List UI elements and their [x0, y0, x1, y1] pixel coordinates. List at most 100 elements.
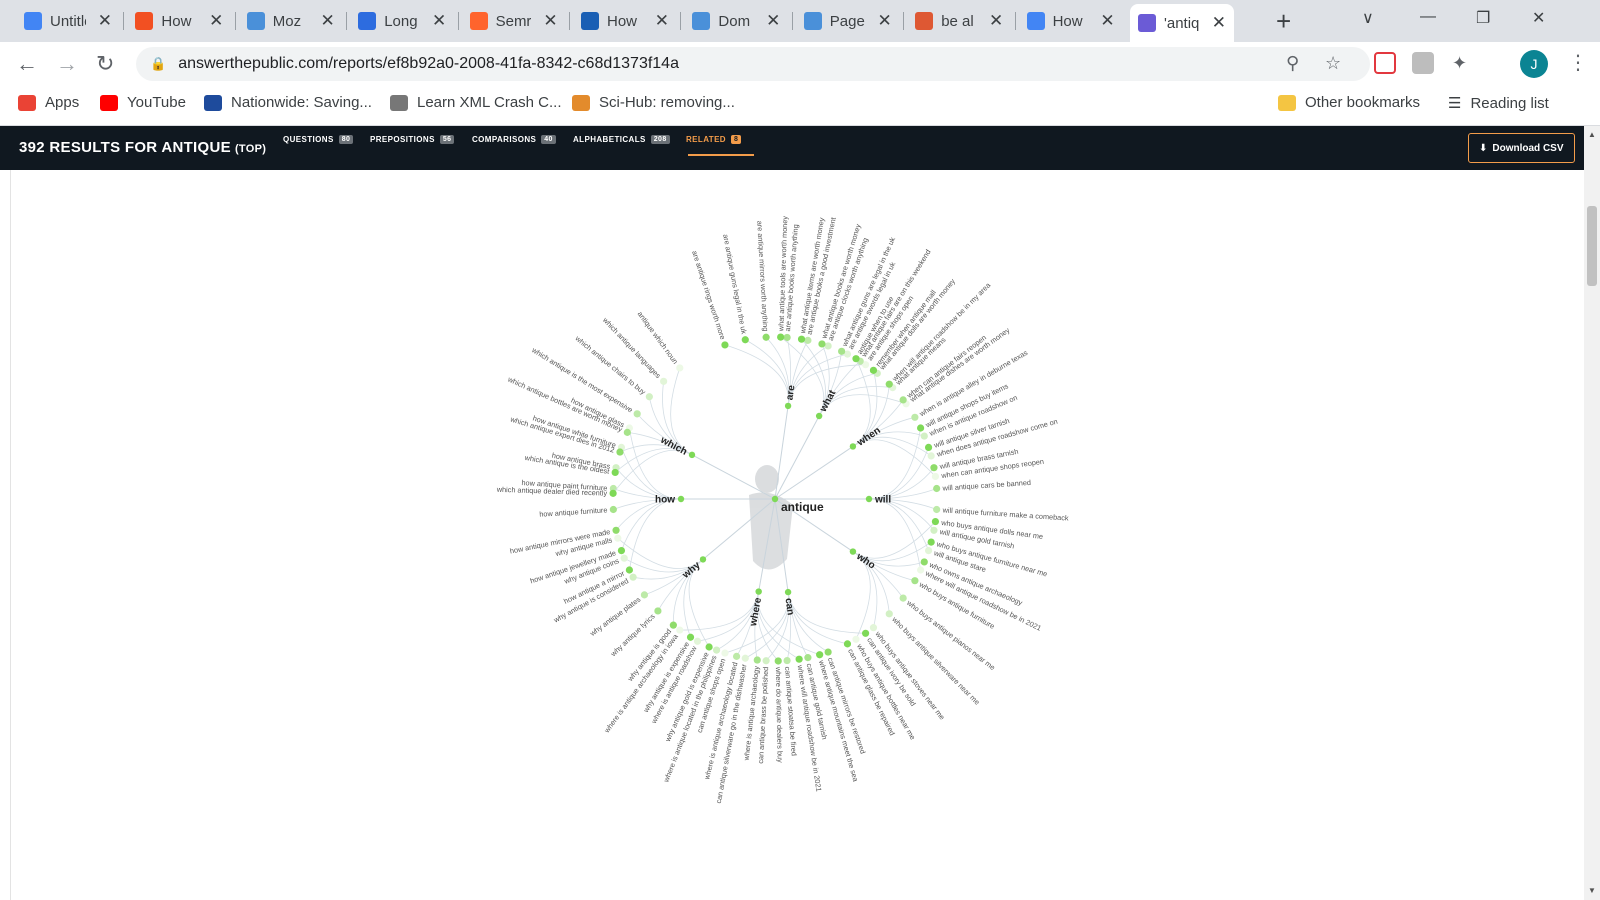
- leaf-node[interactable]: [804, 654, 812, 662]
- forward-arrow-icon[interactable]: →: [56, 51, 78, 77]
- close-tab-icon[interactable]: ✕: [878, 11, 892, 31]
- close-tab-icon[interactable]: ✕: [1100, 11, 1114, 31]
- bookmark-item[interactable]: Nationwide: Saving...: [204, 94, 372, 111]
- zoom-icon[interactable]: ⚲: [1286, 53, 1299, 74]
- leaf-node[interactable]: [838, 347, 846, 355]
- leaf-node[interactable]: [927, 538, 935, 546]
- leaf-question[interactable]: how antique furniture: [539, 505, 608, 518]
- branch-node[interactable]: [755, 588, 762, 595]
- tab-questions[interactable]: QUESTIONS 80: [283, 135, 354, 144]
- reader-extension-icon[interactable]: [1412, 52, 1434, 74]
- leaf-node[interactable]: [917, 566, 925, 574]
- center-node[interactable]: [771, 495, 779, 503]
- leaf-node[interactable]: [920, 432, 928, 440]
- tab-alphabeticals[interactable]: ALPHABETICALS 208: [573, 135, 670, 144]
- leaf-node[interactable]: [620, 554, 628, 562]
- close-tab-icon[interactable]: ✕: [321, 11, 335, 31]
- tab-related[interactable]: RELATED 8: [686, 135, 742, 144]
- pocket-extension-icon[interactable]: [1374, 52, 1396, 74]
- leaf-node[interactable]: [617, 546, 626, 555]
- leaf-question[interactable]: can antique stoatsa be fired: [783, 666, 799, 756]
- leaf-node[interactable]: [933, 484, 941, 493]
- restore-icon[interactable]: ❐: [1476, 8, 1490, 28]
- browser-tab[interactable]: Dom ✕: [684, 6, 788, 36]
- leaf-node[interactable]: [616, 448, 624, 456]
- browser-tab[interactable]: Long ✕: [350, 6, 454, 36]
- browser-tab[interactable]: Semrush ✕: [462, 6, 566, 36]
- close-tab-icon[interactable]: ✕: [543, 11, 557, 31]
- close-window-icon[interactable]: ✕: [1532, 8, 1545, 28]
- leaf-node[interactable]: [640, 591, 649, 599]
- leaf-node[interactable]: [676, 626, 684, 634]
- leaf-node[interactable]: [732, 652, 741, 660]
- branch-node[interactable]: [688, 451, 696, 459]
- new-tab-icon[interactable]: +: [1276, 6, 1291, 37]
- leaf-node[interactable]: [885, 380, 893, 388]
- reading-list[interactable]: ☰ Reading list: [1448, 94, 1549, 113]
- bookmark-item[interactable]: Apps: [18, 94, 79, 111]
- leaf-question[interactable]: where do antique dealers buy: [774, 666, 785, 763]
- leaf-node[interactable]: [869, 624, 878, 632]
- branch-node[interactable]: [849, 443, 857, 450]
- scroll-down-icon[interactable]: ▼: [1588, 886, 1596, 895]
- page-scrollbar[interactable]: ▲ ▼: [1584, 126, 1600, 900]
- leaf-node[interactable]: [931, 517, 940, 526]
- leaf-node[interactable]: [774, 657, 782, 665]
- branch-node[interactable]: [784, 402, 792, 410]
- leaf-node[interactable]: [843, 640, 852, 648]
- close-tab-icon[interactable]: ✕: [766, 11, 780, 31]
- leaf-node[interactable]: [669, 621, 677, 629]
- browser-tab[interactable]: Page ✕: [796, 6, 900, 36]
- browser-tab[interactable]: How ✕: [573, 6, 677, 36]
- tab-comparisons[interactable]: COMPARISONS 40: [472, 135, 556, 144]
- close-tab-icon[interactable]: ✕: [98, 11, 112, 31]
- leaf-node[interactable]: [783, 656, 791, 665]
- bookmark-item[interactable]: Sci-Hub: removing...: [572, 94, 735, 111]
- leaf-node[interactable]: [609, 489, 617, 497]
- back-arrow-icon[interactable]: ←: [16, 51, 38, 77]
- leaf-node[interactable]: [861, 629, 870, 637]
- leaf-node[interactable]: [920, 558, 928, 566]
- browser-menu-icon[interactable]: ⋮: [1568, 50, 1588, 75]
- browser-tab[interactable]: Untitled ✕: [16, 6, 120, 36]
- leaf-node[interactable]: [899, 396, 907, 404]
- profile-avatar[interactable]: J: [1520, 50, 1548, 78]
- leaf-node[interactable]: [824, 342, 832, 350]
- leaf-node[interactable]: [721, 649, 729, 657]
- close-tab-icon[interactable]: ✕: [989, 11, 1003, 31]
- leaf-node[interactable]: [933, 505, 941, 514]
- leaf-node[interactable]: [924, 546, 933, 555]
- leaf-node[interactable]: [614, 534, 622, 542]
- close-tab-icon[interactable]: ✕: [432, 11, 446, 31]
- other-bookmarks[interactable]: Other bookmarks: [1278, 94, 1420, 111]
- leaf-node[interactable]: [924, 443, 933, 452]
- leaf-node[interactable]: [609, 505, 617, 514]
- branch-node[interactable]: [849, 548, 857, 555]
- leaf-node[interactable]: [629, 573, 637, 581]
- close-tab-icon[interactable]: ✕: [209, 11, 223, 31]
- leaf-node[interactable]: [693, 637, 702, 645]
- leaf-node[interactable]: [911, 577, 919, 585]
- leaf-node[interactable]: [611, 468, 619, 477]
- leaf-node[interactable]: [818, 340, 826, 348]
- tab-prepositions[interactable]: PREPOSITIONS 56: [370, 135, 455, 144]
- leaf-node[interactable]: [741, 336, 749, 344]
- browser-tab[interactable]: How ✕: [1019, 6, 1123, 36]
- leaf-node[interactable]: [917, 424, 925, 432]
- branch-node[interactable]: [677, 495, 685, 503]
- address-bar[interactable]: 🔒 answerthepublic.com/reports/ef8b92a0-2…: [136, 47, 1370, 81]
- leaf-node[interactable]: [645, 393, 653, 401]
- leaf-node[interactable]: [795, 655, 803, 663]
- leaf-node[interactable]: [762, 333, 770, 341]
- reload-icon[interactable]: ↻: [96, 51, 114, 77]
- browser-tab[interactable]: How ✕: [127, 6, 231, 36]
- leaf-node[interactable]: [927, 452, 935, 460]
- browser-tab[interactable]: be al ✕: [907, 6, 1011, 36]
- leaf-node[interactable]: [852, 355, 860, 363]
- browser-tab[interactable]: Moz ✕: [239, 6, 343, 36]
- leaf-node[interactable]: [899, 594, 907, 602]
- leaf-node[interactable]: [633, 410, 641, 418]
- leaf-question[interactable]: who buys antique pianos near me: [904, 598, 997, 672]
- leaf-question[interactable]: will antique cars be banned: [941, 478, 1031, 493]
- branch-can[interactable]: can antique ivory be soldcan antique gla…: [695, 498, 918, 804]
